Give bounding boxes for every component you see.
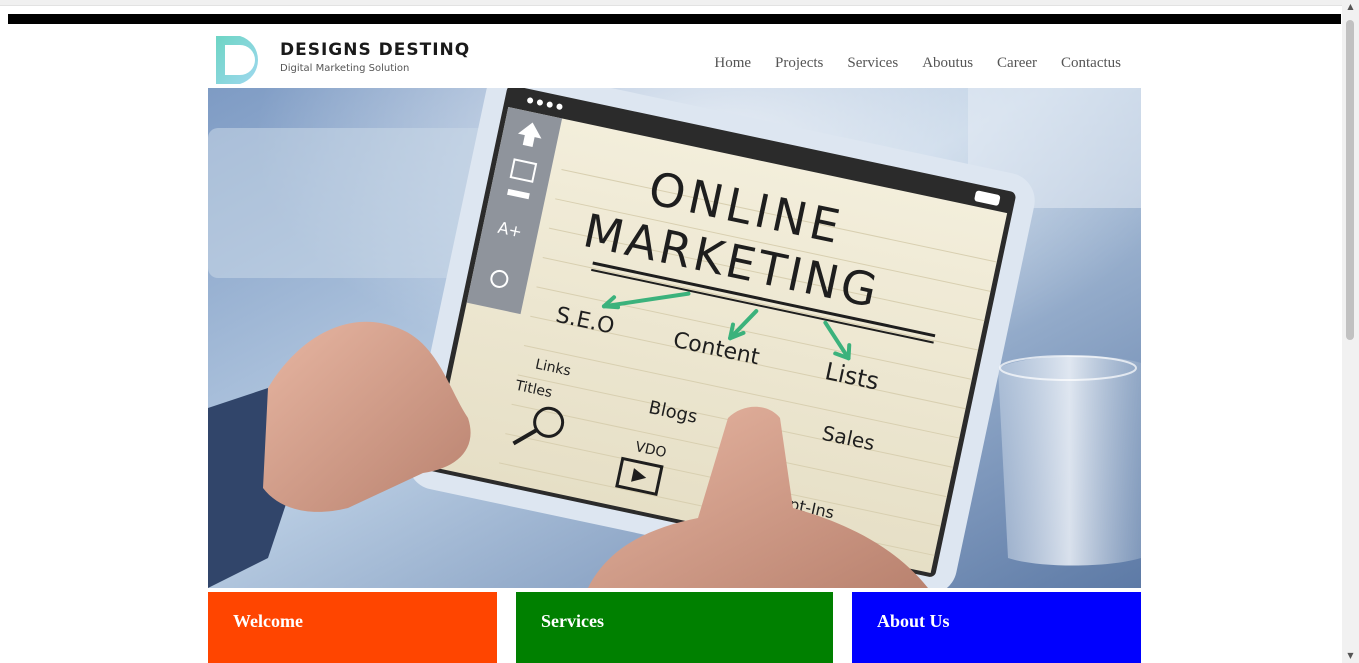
hero-banner-image: A+ ONLINE MARKETING S.E.O Content Lists …: [208, 88, 1141, 588]
panel-welcome-title: Welcome: [233, 611, 303, 631]
scroll-down-arrow-icon[interactable]: ▼: [1342, 649, 1359, 663]
panel-about-us-title: About Us: [877, 611, 950, 631]
scroll-up-arrow-icon[interactable]: ▲: [1342, 0, 1359, 14]
logo-d-icon: [216, 36, 258, 84]
scrollbar-thumb[interactable]: [1346, 20, 1354, 340]
hero-illustration: A+ ONLINE MARKETING S.E.O Content Lists …: [208, 88, 1141, 588]
panel-services[interactable]: Services: [516, 592, 833, 663]
logo-subtitle: Digital Marketing Solution: [280, 63, 410, 74]
nav-projects[interactable]: Projects: [775, 54, 823, 72]
nav-career[interactable]: Career: [997, 54, 1037, 72]
nav-services[interactable]: Services: [847, 54, 898, 72]
brand-logo[interactable]: DESIGNS DESTINQ Digital Marketing Soluti…: [212, 32, 472, 87]
panel-about-us[interactable]: About Us: [852, 592, 1141, 663]
main-nav: Home Projects Services Aboutus Career Co…: [690, 54, 1121, 72]
panel-services-title: Services: [541, 611, 604, 631]
logo-title: DESIGNS DESTINQ: [280, 40, 471, 60]
nav-contactus[interactable]: Contactus: [1061, 54, 1121, 72]
nav-aboutus[interactable]: Aboutus: [922, 54, 973, 72]
top-black-bar: [8, 14, 1341, 24]
page-scrollbar[interactable]: ▲ ▼: [1342, 0, 1359, 663]
panel-welcome[interactable]: Welcome: [208, 592, 497, 663]
browser-top-edge: [0, 0, 1359, 6]
nav-home[interactable]: Home: [714, 54, 751, 72]
